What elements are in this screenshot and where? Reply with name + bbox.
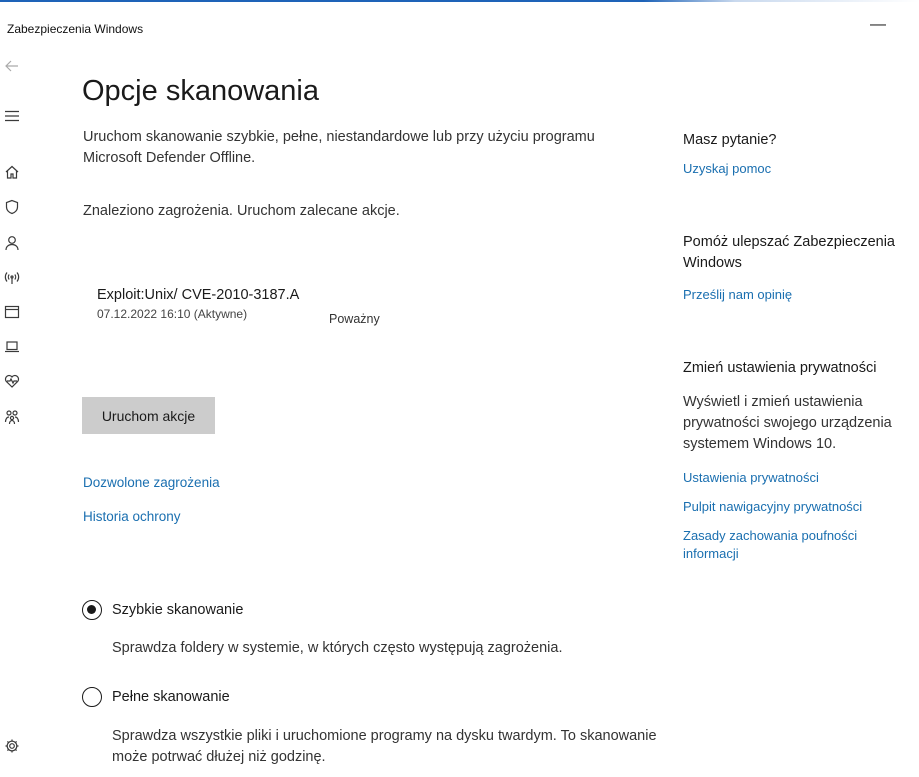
full-scan-option[interactable]: Pełne skanowanie xyxy=(82,687,230,707)
heart-icon[interactable] xyxy=(2,371,22,391)
privacy-heading: Zmień ustawienia prywatności xyxy=(683,360,877,376)
window-title: Zabezpieczenia Windows xyxy=(7,22,144,36)
minimize-button[interactable]: — xyxy=(868,14,888,36)
page-description: Uruchom skanowanie szybkie, pełne, niest… xyxy=(83,129,595,166)
quick-scan-label: Szybkie skanowanie xyxy=(112,602,244,618)
hamburger-menu-icon[interactable] xyxy=(2,106,22,126)
quick-scan-option[interactable]: Szybkie skanowanie xyxy=(82,600,243,620)
family-icon[interactable] xyxy=(2,407,22,427)
home-icon[interactable] xyxy=(2,162,22,182)
privacy-description: Wyświetl i zmień ustawienia prywatności … xyxy=(683,394,892,452)
title-bar: Zabezpieczenia Windows — xyxy=(0,2,919,42)
privacy-statement-link[interactable]: Zasady zachowania poufności informacji xyxy=(683,527,913,563)
threat-severity: Poważny xyxy=(329,312,380,326)
laptop-icon[interactable] xyxy=(2,337,22,357)
improve-heading: Pomóż ulepszać Zabezpieczenia Windows xyxy=(683,234,895,271)
wireless-icon[interactable] xyxy=(2,267,22,287)
quick-scan-description: Sprawdza foldery w systemie, w których c… xyxy=(112,640,563,656)
page-title: Opcje skanowania xyxy=(82,75,319,107)
threats-status-text: Znaleziono zagrożenia. Uruchom zalecane … xyxy=(83,203,400,219)
full-scan-label: Pełne skanowanie xyxy=(112,689,230,705)
protection-history-link[interactable]: Historia ochrony xyxy=(83,509,181,524)
feedback-link[interactable]: Prześlij nam opinię xyxy=(683,286,913,304)
allowed-threats-link[interactable]: Dozwolone zagrożenia xyxy=(83,475,220,490)
person-icon[interactable] xyxy=(2,233,22,253)
windows-security-window: Zabezpieczenia Windows — Opcje skanowani… xyxy=(0,0,919,777)
shield-icon[interactable] xyxy=(2,197,22,217)
question-heading: Masz pytanie? xyxy=(683,132,777,148)
back-arrow-icon[interactable] xyxy=(2,56,22,76)
quick-scan-radio[interactable] xyxy=(82,600,102,620)
threat-name: Exploit:Unix/ CVE-2010-3187.A xyxy=(97,287,300,303)
privacy-settings-link[interactable]: Ustawienia prywatności xyxy=(683,469,913,487)
gear-icon[interactable] xyxy=(2,736,22,756)
app-browser-icon[interactable] xyxy=(2,302,22,322)
threat-item[interactable]: Exploit:Unix/ CVE-2010-3187.A 07.12.2022… xyxy=(97,285,517,326)
full-scan-description: Sprawdza wszystkie pliki i uruchomione p… xyxy=(112,728,657,765)
get-help-link[interactable]: Uzyskaj pomoc xyxy=(683,160,913,178)
nav-rail xyxy=(0,52,24,777)
threat-date: 07.12.2022 16:10 (Aktywne) xyxy=(97,307,248,321)
full-scan-radio[interactable] xyxy=(82,687,102,707)
run-actions-button[interactable]: Uruchom akcje xyxy=(82,397,215,434)
privacy-dashboard-link[interactable]: Pulpit nawigacyjny prywatności xyxy=(683,498,913,516)
